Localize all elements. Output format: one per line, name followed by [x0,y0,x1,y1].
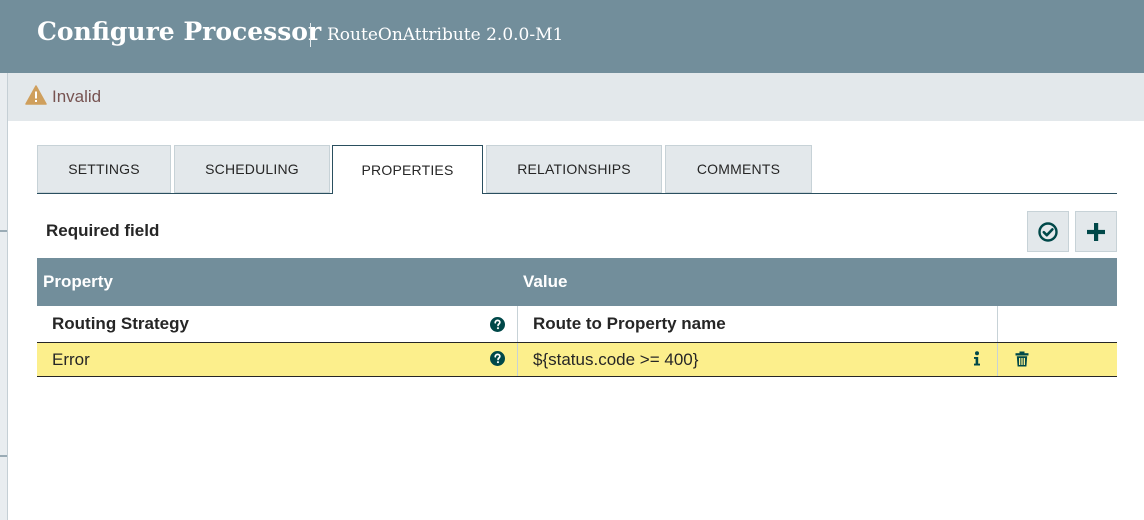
tab-underline [37,193,1117,194]
dialog-header: Configure Processor RouteOnAttribute 2.0… [0,0,1144,73]
column-divider [517,306,518,342]
table-row[interactable]: Error ${status.code >= 400} [37,342,1117,377]
property-value[interactable]: Route to Property name [533,306,726,342]
plus-icon [1087,222,1105,241]
tab-settings[interactable]: SETTINGS [37,145,171,193]
column-header-value: Value [523,272,568,291]
tab-bar: SETTINGS SCHEDULING PROPERTIES RELATIONS… [37,145,1117,194]
column-divider [517,343,518,376]
property-value[interactable]: ${status.code >= 400} [533,343,698,376]
dialog-title: Configure Processor [37,17,322,46]
add-property-button[interactable] [1075,211,1117,252]
properties-table: Property Value Routing Strategy Route to… [37,258,1117,377]
tab-properties[interactable]: PROPERTIES [332,145,483,194]
title-separator [310,23,311,47]
processor-type-version: RouteOnAttribute 2.0.0-M1 [327,25,564,45]
validation-status-bar: Invalid [8,73,1144,121]
column-divider [997,306,998,342]
info-icon[interactable] [973,351,981,366]
tab-relationships[interactable]: RELATIONSHIPS [486,145,662,193]
warning-icon [25,85,47,105]
verify-properties-button[interactable] [1027,211,1069,252]
tab-comments[interactable]: COMMENTS [665,145,812,193]
required-field-label: Required field [46,221,160,240]
help-icon[interactable] [490,317,505,332]
help-icon[interactable] [490,351,505,366]
table-header: Property Value [37,258,1117,306]
column-header-property: Property [43,272,113,291]
trash-icon[interactable] [1015,351,1029,367]
background-marker [0,230,7,232]
check-circle-icon [1038,221,1058,242]
background-panel-edge [0,0,8,520]
tab-scheduling[interactable]: SCHEDULING [174,145,330,193]
column-divider [997,343,998,376]
property-name: Error [52,349,90,369]
property-name: Routing Strategy [52,314,189,333]
table-row[interactable]: Routing Strategy Route to Property name [37,306,1117,342]
background-marker [0,455,7,457]
validation-status-text: Invalid [52,87,102,106]
